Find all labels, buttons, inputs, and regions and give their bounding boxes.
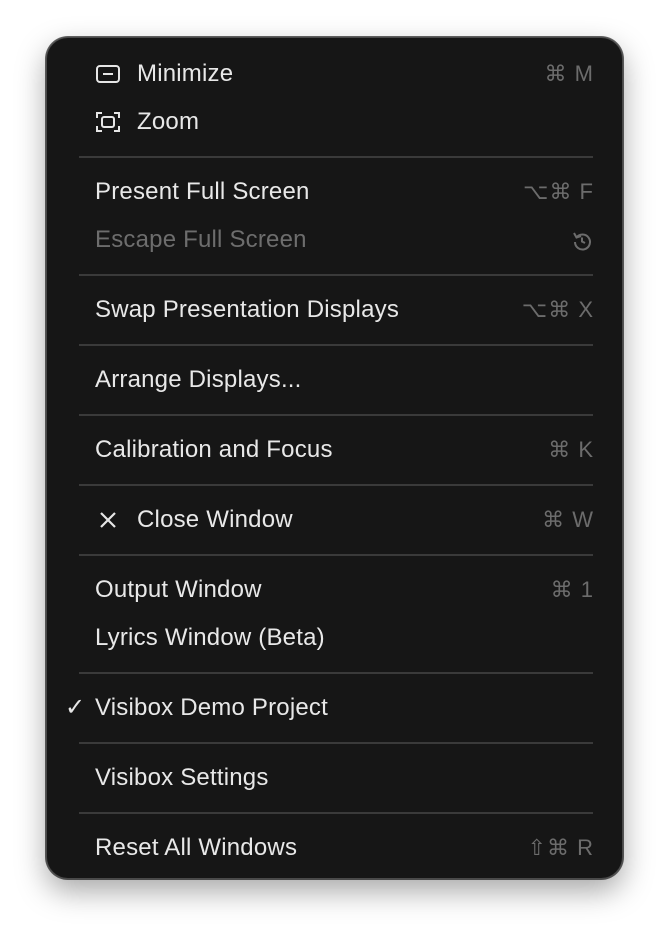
- menu-item-minimize[interactable]: Minimize ⌘ M: [47, 50, 622, 98]
- menu-separator: [79, 554, 593, 556]
- menu-item-calibration-and-focus[interactable]: Calibration and Focus ⌘ K: [47, 426, 622, 474]
- menu-item-escape-full-screen: Escape Full Screen: [47, 216, 622, 264]
- menu-item-label: Visibox Demo Project: [95, 694, 328, 721]
- menu-item-visibox-demo-project[interactable]: ✓ Visibox Demo Project: [47, 684, 622, 732]
- menu-item-lyrics-window[interactable]: Lyrics Window (Beta): [47, 614, 622, 662]
- menu-separator: [79, 742, 593, 744]
- menu-item-zoom[interactable]: Zoom: [47, 98, 622, 146]
- menu-separator: [79, 672, 593, 674]
- menu-item-label: Reset All Windows: [95, 834, 298, 861]
- menu-separator: [79, 414, 593, 416]
- context-menu: Minimize ⌘ M Zoom Present Full Screen ⌥⌘…: [46, 37, 623, 879]
- menu-item-label: Escape Full Screen: [95, 226, 307, 253]
- menu-item-output-window[interactable]: Output Window ⌘ 1: [47, 566, 622, 614]
- menu-item-label: Lyrics Window (Beta): [95, 624, 325, 651]
- menu-item-label: Calibration and Focus: [95, 436, 333, 463]
- menu-item-swap-presentation-displays[interactable]: Swap Presentation Displays ⌥⌘ X: [47, 286, 622, 334]
- menu-item-label: Close Window: [137, 506, 293, 533]
- menu-separator: [79, 274, 593, 276]
- shortcut-label: ⇧⌘ R: [527, 835, 594, 860]
- menu-item-reset-all-windows[interactable]: Reset All Windows ⇧⌘ R: [47, 824, 622, 872]
- menu-separator: [79, 156, 593, 158]
- menu-separator: [79, 484, 593, 486]
- shortcut-label: ⌥⌘ X: [521, 297, 594, 322]
- shortcut-label: ⌥⌘ F: [523, 179, 594, 204]
- menu-separator: [79, 344, 593, 346]
- menu-item-close-window[interactable]: Close Window ⌘ W: [47, 496, 622, 544]
- minimize-icon: [94, 62, 122, 86]
- menu-item-label: Output Window: [95, 576, 262, 603]
- menu-item-label: Swap Presentation Displays: [95, 296, 400, 323]
- menu-item-arrange-displays[interactable]: Arrange Displays...: [47, 356, 622, 404]
- shortcut-label: ⌘ 1: [550, 577, 594, 602]
- zoom-icon: [94, 110, 122, 134]
- menu-item-label: Minimize: [137, 60, 234, 87]
- menu-separator: [79, 812, 593, 814]
- close-icon: [94, 508, 122, 532]
- shortcut-label: ⌘ M: [544, 61, 594, 86]
- menu-item-label: Present Full Screen: [95, 178, 310, 205]
- menu-item-label: Arrange Displays...: [95, 366, 302, 393]
- checkmark-icon: ✓: [65, 694, 86, 721]
- menu-item-label: Visibox Settings: [95, 764, 269, 791]
- shortcut-label: ⌘ K: [548, 437, 594, 462]
- menu-item-visibox-settings[interactable]: Visibox Settings: [47, 754, 622, 802]
- menu-item-label: Zoom: [137, 108, 200, 135]
- revert-icon: [570, 216, 594, 264]
- menu-item-present-full-screen[interactable]: Present Full Screen ⌥⌘ F: [47, 168, 622, 216]
- shortcut-label: ⌘ W: [542, 507, 594, 532]
